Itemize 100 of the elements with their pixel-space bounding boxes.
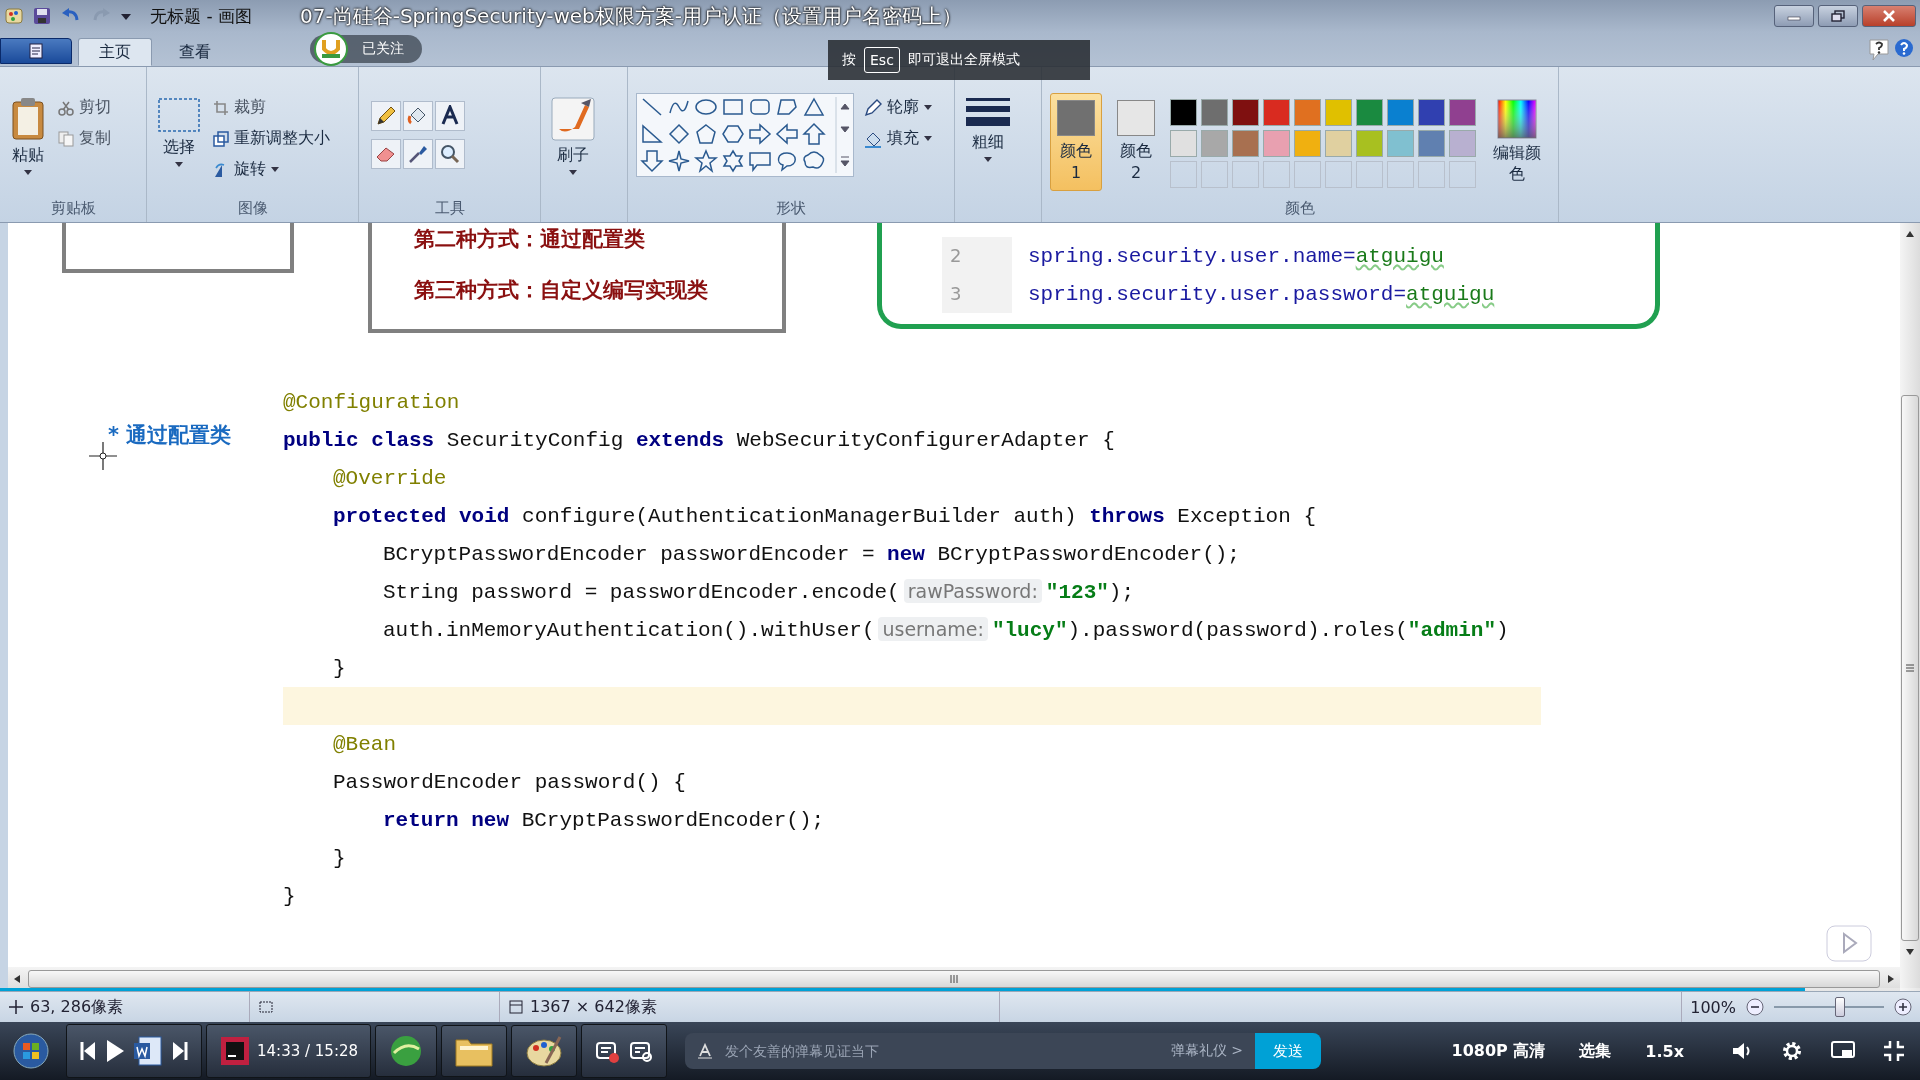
minimize-button[interactable] — [1774, 5, 1814, 27]
pencil-tool[interactable] — [371, 101, 401, 131]
empty-swatch[interactable] — [1418, 161, 1445, 188]
fullscreen-exit-icon[interactable] — [1882, 1039, 1906, 1063]
crosshair-cursor-icon — [88, 441, 118, 471]
empty-swatch[interactable] — [1232, 161, 1259, 188]
scrollbar-thumb[interactable] — [28, 970, 1880, 988]
empty-swatch[interactable] — [1170, 161, 1197, 188]
speed-button[interactable]: 1.5x — [1639, 1040, 1690, 1062]
help-bubble-icon[interactable] — [1868, 38, 1890, 62]
text-tool[interactable] — [435, 101, 465, 131]
scroll-left-icon[interactable] — [12, 974, 22, 984]
resize-button[interactable]: 重新调整大小 — [211, 126, 332, 151]
fill-button[interactable]: 填充 — [862, 126, 934, 151]
ide-app-icon[interactable] — [219, 1035, 251, 1067]
code-line: } — [333, 846, 346, 870]
group-label: 剪贴板 — [49, 198, 97, 219]
color-swatch[interactable] — [1232, 130, 1259, 157]
rotate-button[interactable]: 旋转 — [211, 157, 332, 182]
restore-icon — [1831, 10, 1845, 22]
help-icon[interactable] — [1894, 38, 1914, 58]
browser-button[interactable] — [375, 1025, 438, 1077]
empty-swatch[interactable] — [1387, 161, 1414, 188]
color-swatch[interactable] — [1170, 130, 1197, 157]
color-swatch[interactable] — [1387, 130, 1414, 157]
cut-button[interactable]: 剪切 — [56, 95, 113, 120]
color-swatch[interactable] — [1449, 99, 1476, 126]
episodes-button[interactable]: 选集 — [1573, 1039, 1618, 1063]
application-menu-button[interactable] — [0, 38, 72, 64]
horizontal-scrollbar[interactable] — [8, 967, 1900, 991]
quality-button[interactable]: 1080P 高清 — [1445, 1039, 1552, 1063]
empty-swatch[interactable] — [1294, 161, 1321, 188]
scroll-up-icon[interactable] — [1905, 229, 1915, 239]
magnifier-tool[interactable] — [435, 139, 465, 169]
crop-icon — [213, 99, 229, 116]
color-picker-tool[interactable] — [403, 139, 433, 169]
close-button[interactable] — [1862, 5, 1916, 27]
zoom-in-icon[interactable] — [1894, 998, 1912, 1016]
color-swatch[interactable] — [1449, 130, 1476, 157]
outline-button[interactable]: 轮廓 — [862, 95, 934, 120]
shapes-gallery[interactable] — [636, 93, 854, 177]
color-swatch[interactable] — [1418, 99, 1445, 126]
zoom-out-icon[interactable] — [1746, 998, 1764, 1016]
empty-swatch[interactable] — [1201, 161, 1228, 188]
copy-icon — [58, 130, 74, 147]
color-swatch[interactable] — [1356, 130, 1383, 157]
ribbon-tab[interactable]: 主页 — [78, 38, 152, 66]
color-swatch[interactable] — [1170, 99, 1197, 126]
close-icon — [1882, 10, 1896, 22]
paint-bucket-tool[interactable] — [403, 101, 433, 131]
color-swatch[interactable] — [1201, 130, 1228, 157]
color-swatch[interactable] — [1418, 130, 1445, 157]
restore-button[interactable] — [1818, 5, 1858, 27]
play-icon[interactable] — [105, 1039, 125, 1063]
ribbon-tab[interactable]: 查看 — [158, 38, 232, 66]
file-explorer-button[interactable] — [441, 1025, 508, 1077]
empty-swatch[interactable] — [1449, 161, 1476, 188]
selection-rectangle-icon — [157, 97, 201, 133]
brushes-button[interactable]: 刷子 — [549, 93, 597, 180]
color-swatch[interactable] — [1387, 99, 1414, 126]
color-selector[interactable]: 颜色 1 — [1050, 93, 1102, 191]
select-button[interactable]: 选择 — [155, 93, 203, 172]
slider-thumb[interactable] — [1835, 997, 1845, 1017]
color-swatch[interactable] — [1263, 130, 1290, 157]
danmaku-etiquette-link[interactable]: 弹幕礼仪 > — [1170, 1042, 1244, 1060]
color-swatch[interactable] — [1325, 130, 1352, 157]
danmaku-input[interactable]: 发个友善的弹幕见证当下 弹幕礼仪 > — [685, 1033, 1256, 1069]
empty-swatch[interactable] — [1263, 161, 1290, 188]
empty-swatch[interactable] — [1356, 161, 1383, 188]
paint-button[interactable] — [511, 1025, 578, 1077]
scrollbar-thumb[interactable] — [1901, 395, 1919, 941]
color-swatch[interactable] — [1356, 99, 1383, 126]
follow-badge[interactable]: 已关注 — [310, 35, 422, 63]
caret-icon — [569, 170, 577, 176]
caret-icon — [175, 162, 183, 168]
group-label: 工具 — [433, 198, 466, 219]
edit-colors-button[interactable]: 编辑颜色 — [1484, 93, 1550, 189]
eraser-tool[interactable] — [371, 139, 401, 169]
color-swatch[interactable] — [1232, 99, 1259, 126]
next-icon[interactable] — [171, 1040, 189, 1062]
color-swatch[interactable] — [1325, 99, 1352, 126]
play-overlay-icon[interactable] — [1826, 922, 1872, 962]
color-swatch[interactable] — [1201, 99, 1228, 126]
settings-icon[interactable] — [1780, 1039, 1804, 1063]
word-document-icon[interactable] — [133, 1035, 163, 1067]
vertical-scrollbar[interactable] — [1900, 223, 1920, 991]
scroll-right-icon[interactable] — [1886, 974, 1896, 984]
save-icon[interactable] — [32, 6, 52, 26]
empty-swatch[interactable] — [1325, 161, 1352, 188]
size-button[interactable]: 粗细 — [963, 93, 1013, 167]
text-style-icon[interactable] — [697, 1043, 714, 1059]
previous-icon[interactable] — [79, 1040, 97, 1062]
scroll-down-icon[interactable] — [1905, 947, 1915, 957]
crop-button[interactable]: 裁剪 — [211, 95, 332, 120]
copy-button[interactable]: 复制 — [56, 126, 113, 151]
color-swatch[interactable] — [1294, 130, 1321, 157]
color-selector[interactable]: 颜色 2 — [1110, 93, 1162, 191]
color-swatch[interactable] — [1294, 99, 1321, 126]
color-swatch[interactable] — [1263, 99, 1290, 126]
paste-button[interactable]: 粘贴 — [8, 93, 48, 180]
